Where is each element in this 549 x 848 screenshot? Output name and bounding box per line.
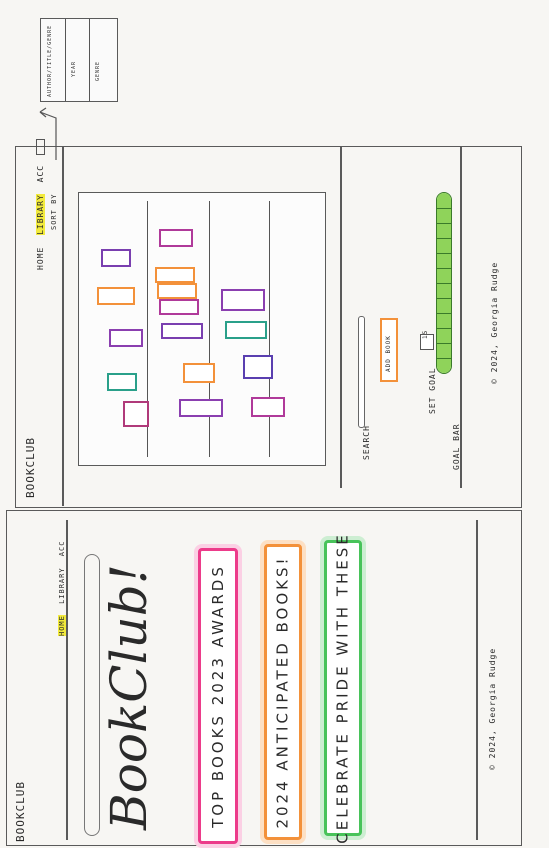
book-cover[interactable]: [159, 229, 193, 247]
book-cover[interactable]: [109, 329, 143, 347]
book-cover[interactable]: [159, 299, 199, 315]
nav-account[interactable]: ACC: [58, 541, 66, 557]
dropdown-arrow: [39, 107, 57, 160]
book-cover[interactable]: [101, 249, 131, 267]
add-book-button[interactable]: ADD BOOK: [380, 318, 398, 382]
goal-bar-tick: [437, 208, 451, 209]
book-cover[interactable]: [251, 397, 285, 417]
goal-bar-tick: [437, 238, 451, 239]
banner-celebrate-pride[interactable]: CELEBRATE PRIDE WITH THESE: [324, 532, 362, 844]
goal-bar-tick: [437, 358, 451, 359]
dropdown-divider-1: [65, 19, 66, 101]
banner-label: CELEBRATE PRIDE WITH THESE: [334, 532, 352, 844]
library-header-divider: [62, 146, 64, 506]
nav-library[interactable]: LIBRARY: [36, 194, 45, 235]
library-site-name[interactable]: BOOKCLUB: [24, 437, 37, 498]
sort-by-label[interactable]: SORT BY: [50, 193, 58, 230]
add-book-label: ADD BOOK: [385, 335, 392, 372]
shelf-line-3: [269, 201, 271, 457]
library-side-divider: [340, 146, 342, 488]
banner-label: TOP BOOKS 2023 AWARDS: [209, 564, 228, 828]
goal-bar-tick: [437, 343, 451, 344]
book-cover[interactable]: [183, 363, 215, 383]
nav-home[interactable]: HOME: [58, 615, 66, 636]
book-cover[interactable]: [123, 401, 149, 427]
dropdown-item-genre[interactable]: GENRE: [95, 61, 101, 81]
book-cover[interactable]: [161, 323, 203, 339]
search-label: SEARCH: [362, 425, 371, 460]
book-cover[interactable]: [225, 321, 267, 339]
goal-bar-tick: [437, 298, 451, 299]
goal-bar-tick: [437, 313, 451, 314]
home-footer-divider: [476, 520, 478, 840]
book-cover[interactable]: [107, 373, 137, 391]
home-site-name[interactable]: BOOKCLUB: [14, 781, 27, 842]
goal-bar-tick: [437, 328, 451, 329]
book-cover[interactable]: [243, 355, 273, 379]
banner-label: 2024 ANTICIPATED BOOKS!: [274, 555, 292, 829]
book-cover[interactable]: [221, 289, 265, 311]
goal-input[interactable]: 15: [420, 329, 434, 350]
book-cover[interactable]: [157, 283, 197, 299]
banner-2024-anticipated[interactable]: 2024 ANTICIPATED BOOKS!: [264, 544, 302, 840]
dropdown-item-year[interactable]: YEAR: [71, 61, 77, 77]
book-cover[interactable]: [179, 399, 223, 417]
library-footer: © 2024, Georgia Rudge: [490, 261, 499, 384]
nav-library[interactable]: LIBRARY: [58, 567, 66, 604]
home-nav: HOME LIBRARY ACC: [58, 541, 66, 636]
nav-home[interactable]: HOME: [36, 247, 45, 270]
bookshelf-panel: [78, 192, 326, 466]
sort-dropdown[interactable]: AUTHOR/TITLE/GENRE YEAR GENRE: [40, 18, 118, 102]
goal-bar-tick: [437, 268, 451, 269]
banner-top-books-2023[interactable]: TOP BOOKS 2023 AWARDS: [198, 548, 238, 844]
search-input[interactable]: [358, 316, 365, 428]
hero-title: BookClub!: [100, 564, 158, 830]
goal-value: 15: [422, 329, 430, 339]
book-cover[interactable]: [97, 287, 135, 305]
goal-bar-tick: [437, 253, 451, 254]
goal-bar-tick: [437, 223, 451, 224]
dropdown-item-author-title-genre[interactable]: AUTHOR/TITLE/GENRE: [47, 25, 53, 97]
hero-panel: [84, 554, 100, 836]
dropdown-divider-2: [89, 19, 90, 101]
home-footer: © 2024, Georgia Rudge: [488, 647, 497, 770]
goal-bar-tick: [437, 283, 451, 284]
shelf-line-2: [209, 201, 211, 457]
book-cover[interactable]: [155, 267, 195, 283]
set-goal-label: SET GOAL: [428, 367, 437, 414]
goal-bar-label: GOAL BAR: [452, 423, 461, 470]
home-header-divider: [66, 520, 68, 840]
goal-bar: [436, 192, 452, 374]
